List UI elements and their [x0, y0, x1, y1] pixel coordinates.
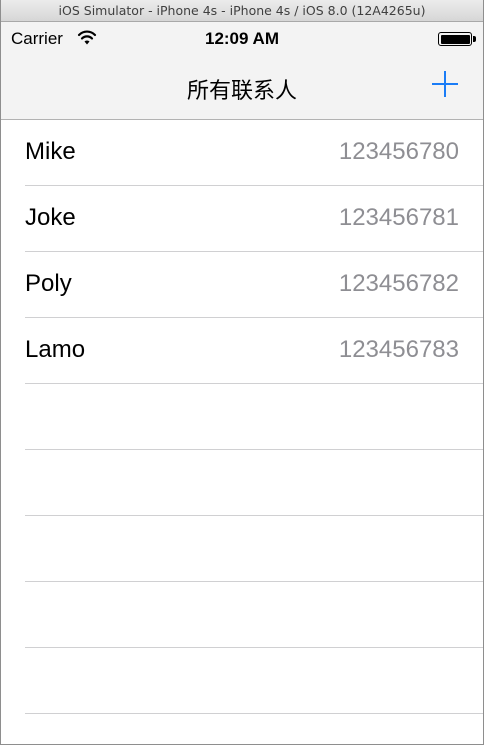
- contact-name: Mike: [25, 138, 76, 165]
- empty-table-row: [1, 582, 483, 648]
- contact-row[interactable]: Poly 123456782: [1, 252, 483, 318]
- contact-name: Lamo: [25, 336, 86, 363]
- battery-icon: [438, 32, 476, 46]
- contact-phone: 123456783: [338, 336, 459, 363]
- empty-table-row: [1, 516, 483, 582]
- status-bar: Carrier 12:09 AM: [1, 22, 483, 56]
- empty-table-row: [1, 450, 483, 516]
- contacts-list: Mike 123456780 Joke 123456781 Poly 12345…: [1, 120, 483, 714]
- empty-table-row: [1, 384, 483, 450]
- contact-row[interactable]: Joke 123456781: [1, 186, 483, 252]
- contact-phone: 123456781: [338, 204, 459, 231]
- page-title: 所有联系人: [186, 79, 297, 104]
- contact-row[interactable]: Lamo 123456783: [1, 318, 483, 384]
- simulator-title-bar: iOS Simulator - iPhone 4s - iPhone 4s / …: [1, 0, 483, 22]
- contact-phone: 123456782: [338, 270, 459, 297]
- add-contact-button[interactable]: [429, 68, 461, 100]
- simulator-window: iOS Simulator - iPhone 4s - iPhone 4s / …: [0, 0, 484, 745]
- navigation-bar: 所有联系人: [1, 56, 483, 120]
- empty-table-row: [1, 648, 483, 714]
- contact-name: Poly: [25, 270, 72, 297]
- contact-phone: 123456780: [338, 138, 459, 165]
- contact-name: Joke: [25, 204, 76, 231]
- status-time: 12:09 AM: [204, 29, 279, 48]
- contact-row[interactable]: Mike 123456780: [1, 120, 483, 186]
